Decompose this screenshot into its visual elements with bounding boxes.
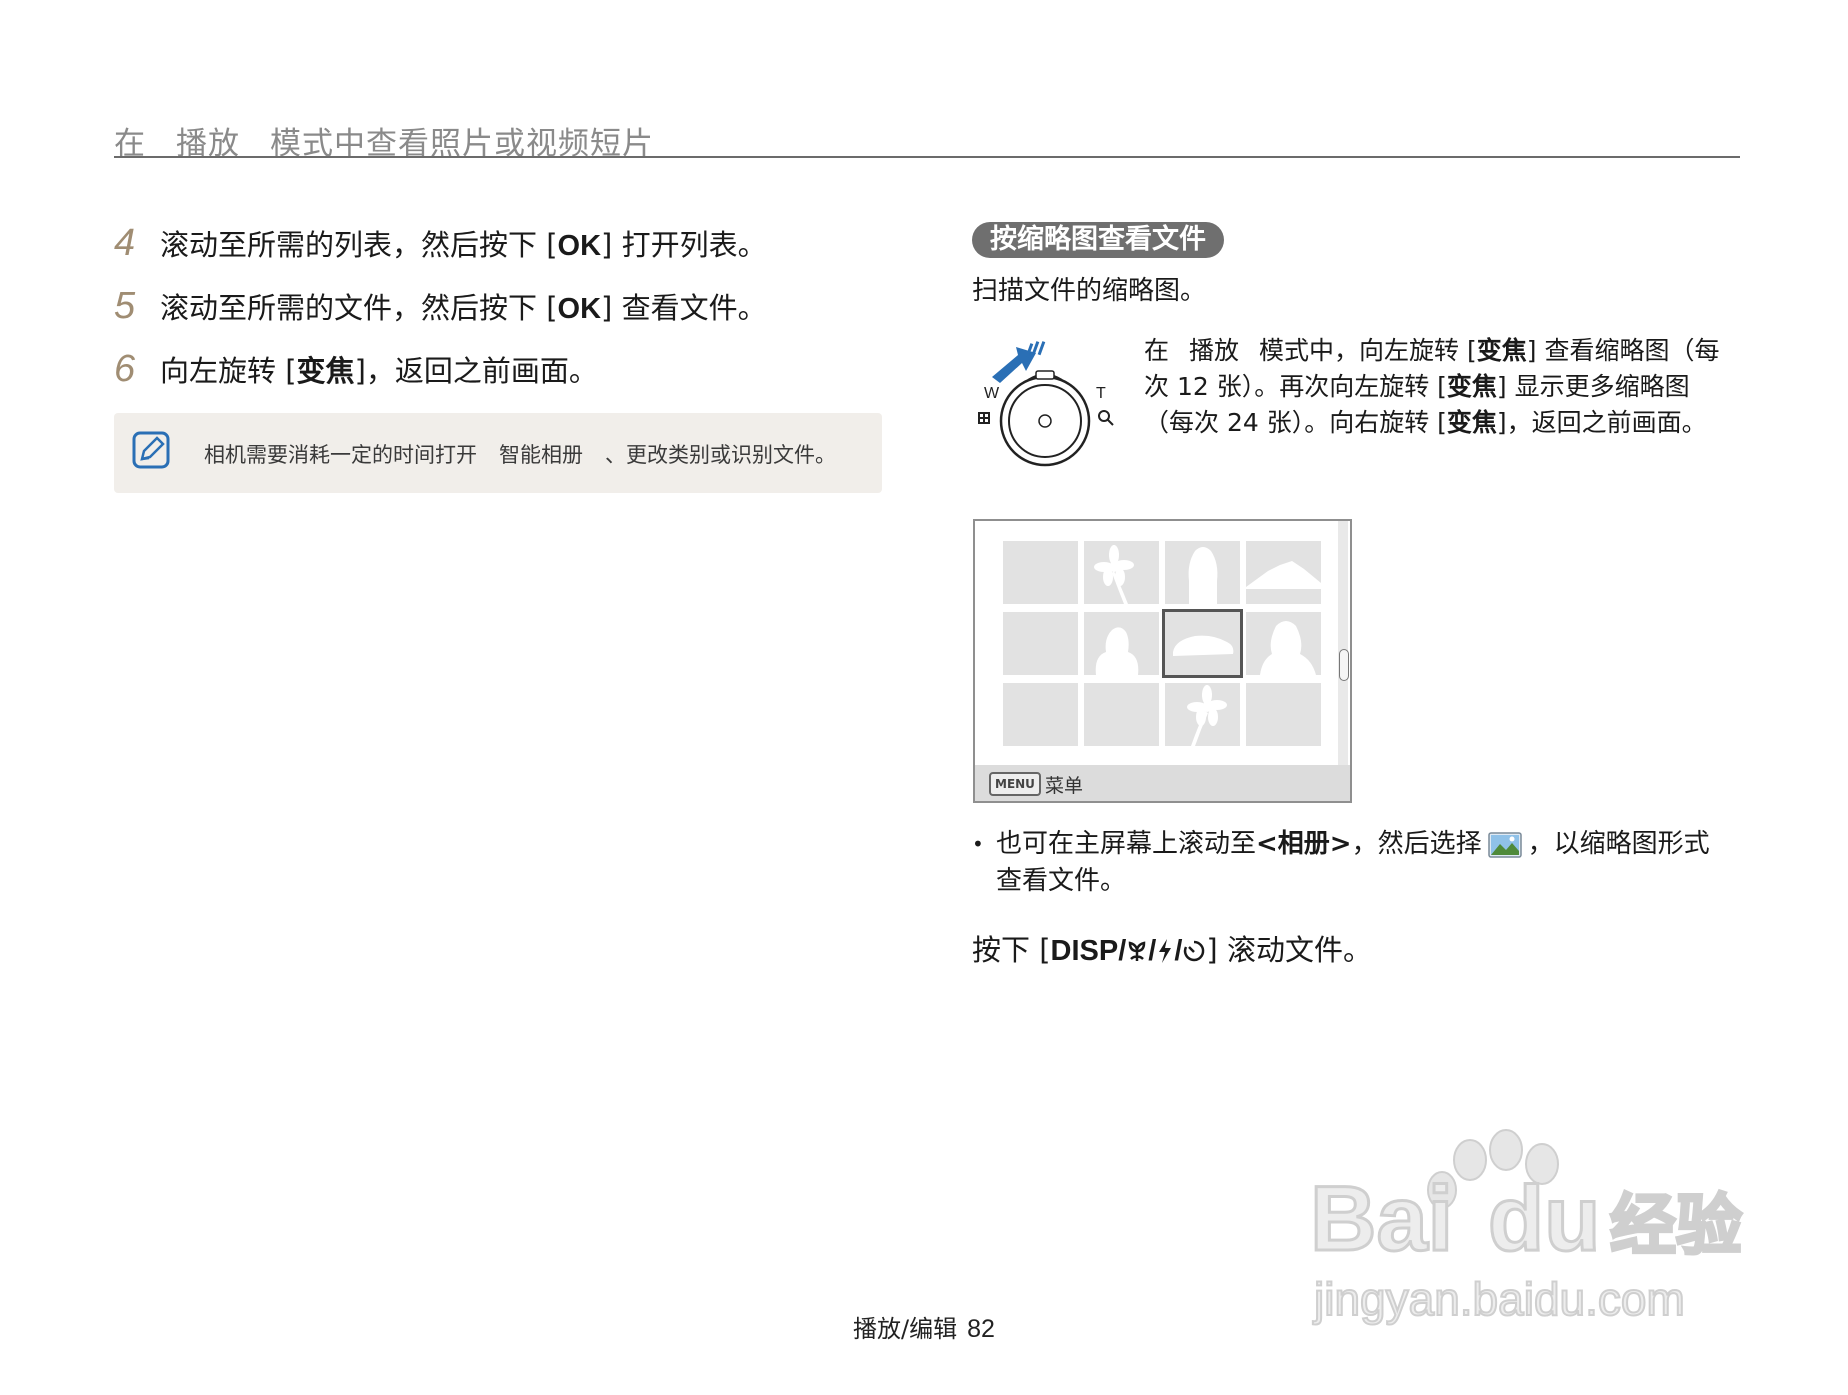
- note-pencil-icon: [132, 431, 170, 469]
- svg-text:jingyan.baidu.com: jingyan.baidu.com: [1312, 1273, 1685, 1325]
- scroll-instruction: 按下 [DISP// /] 滚动文件。: [972, 933, 1372, 967]
- flower-icon: [1094, 545, 1134, 604]
- thumbnail: [1084, 683, 1159, 746]
- note-text: 相机需要消耗一定的时间打开 智能相册 、更改类别或识别文件。: [204, 443, 836, 467]
- page-number: 82: [967, 1315, 995, 1343]
- person-icon: [1095, 627, 1139, 675]
- thumbnail-flower: [1084, 541, 1159, 604]
- person-icon: [1188, 547, 1218, 604]
- magnifier-icon: [1098, 410, 1114, 426]
- svg-text:du: du: [1488, 1168, 1600, 1270]
- header-divider: [114, 156, 1740, 158]
- thumbnail-grid-icon: [978, 412, 990, 424]
- thumbnail-person: [1165, 541, 1240, 604]
- scrollbar-thumb[interactable]: [1339, 649, 1349, 681]
- car-icon: [1173, 635, 1234, 656]
- mountain-icon: [1246, 561, 1321, 589]
- macro-flower-icon: [1129, 941, 1146, 961]
- thumbnail: [1003, 683, 1078, 746]
- bullet-note: • 也可在主屏幕上滚动至<相册>，然后选择 ，以缩略图形式查看文件。: [972, 826, 1732, 900]
- thumbnail-mountain: [1246, 541, 1321, 604]
- footer-section: 播放/编辑: [853, 1315, 958, 1343]
- thumbnail-selected-car: [1162, 609, 1243, 678]
- step-number: 6: [114, 348, 136, 390]
- step-text: 滚动至所需的文件，然后按下 [OK] 查看文件。: [160, 291, 767, 325]
- thumbnail: [1246, 683, 1321, 746]
- screen-bottom-bar: MENU 菜单: [975, 765, 1350, 801]
- step-number: 5: [114, 285, 136, 327]
- section-title: 按缩略图查看文件: [972, 222, 1224, 258]
- thumbnail-grid: [1003, 541, 1321, 746]
- thumbnail: [1003, 612, 1078, 675]
- bullet-dot: •: [972, 832, 984, 856]
- dial-description: 在播放 模式中，向左旋转 [变焦] 查看缩略图（每次 12 张）。再次向左旋转 […: [1144, 336, 1720, 437]
- album-landscape-icon: [1487, 831, 1522, 858]
- menu-button[interactable]: MENU: [989, 772, 1041, 796]
- svg-text:经验: 经验: [1610, 1187, 1742, 1264]
- zoom-dial-illustration: W T: [978, 341, 1114, 467]
- flower-icon: [1187, 685, 1227, 746]
- tele-label: T: [1096, 385, 1106, 402]
- person-icon: [1260, 621, 1316, 675]
- flash-icon: [1159, 939, 1172, 963]
- thumbnail-person: [1246, 612, 1321, 675]
- step-6: 6 向左旋转 [变焦]，返回之前画面。: [114, 348, 598, 391]
- thumbnail-flower: [1165, 683, 1240, 746]
- step-text: 滚动至所需的列表，然后按下 [OK] 打开列表。: [160, 228, 767, 262]
- step-4: 4 滚动至所需的列表，然后按下 [OK] 打开列表。: [114, 222, 767, 265]
- step-5: 5 滚动至所需的文件，然后按下 [OK] 查看文件。: [114, 285, 767, 328]
- scrollbar[interactable]: [1338, 521, 1348, 765]
- section-subtitle: 扫描文件的缩略图。: [972, 276, 1207, 306]
- timer-icon: [1184, 940, 1205, 962]
- thumbnail-screen: MENU 菜单: [973, 519, 1352, 803]
- baidu-watermark-logo: Bai du 经验 jingyan.baidu.com: [1310, 1129, 1744, 1326]
- note-box: 相机需要消耗一定的时间打开 智能相册 、更改类别或识别文件。: [114, 413, 882, 493]
- menu-label: 菜单: [1045, 775, 1084, 797]
- thumbnail: [1003, 541, 1078, 604]
- svg-text:Bai: Bai: [1310, 1168, 1453, 1270]
- wide-label: W: [984, 385, 1000, 402]
- step-number: 4: [114, 222, 136, 264]
- step-text: 向左旋转 [变焦]，返回之前画面。: [160, 354, 598, 388]
- thumbnail-person: [1084, 612, 1159, 675]
